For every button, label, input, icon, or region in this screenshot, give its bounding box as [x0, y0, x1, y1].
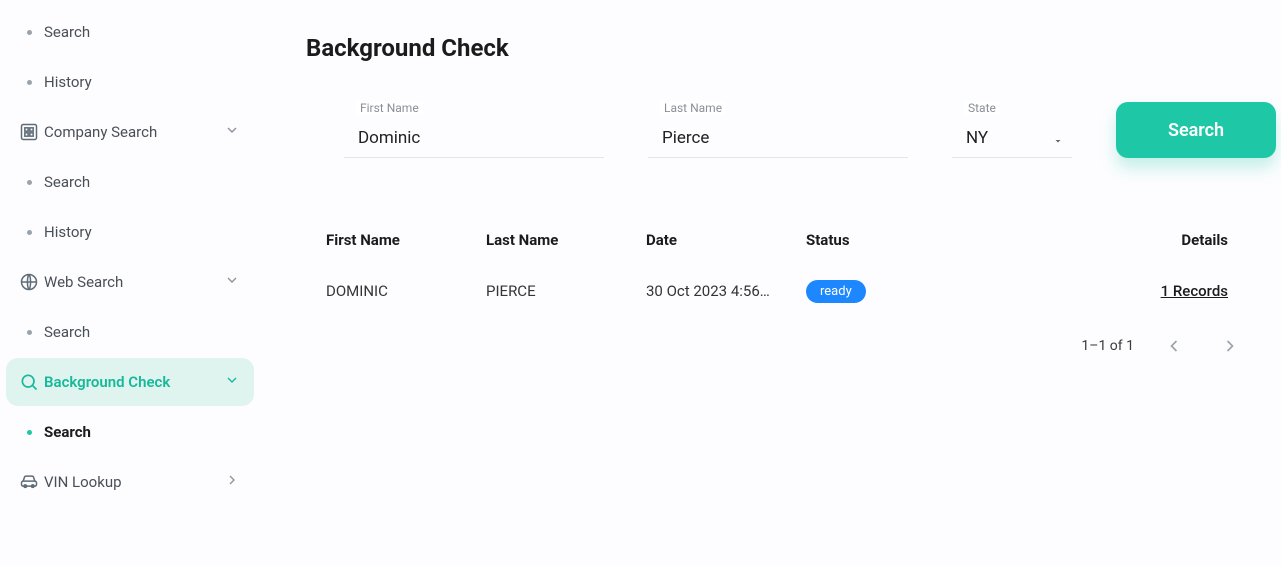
- sidebar-item-background-check[interactable]: Background Check: [6, 358, 254, 406]
- chevron-down-icon: [224, 272, 240, 292]
- main-content: Background Check First Name Last Name St…: [260, 0, 1281, 566]
- last-name-input[interactable]: [648, 110, 908, 158]
- car-icon: [14, 472, 44, 492]
- details-link[interactable]: 1 Records: [1161, 282, 1228, 300]
- sidebar-item-history-2[interactable]: History: [6, 208, 254, 256]
- pagination: 1–1 of 1: [306, 320, 1276, 362]
- sidebar-item-search-2[interactable]: Search: [6, 158, 254, 206]
- globe-icon: [14, 272, 44, 292]
- table-header-row: First Name Last Name Date Status Details: [306, 218, 1276, 262]
- dot-icon: [14, 230, 44, 235]
- chevron-down-icon: [224, 122, 240, 142]
- first-name-input[interactable]: [344, 110, 604, 158]
- sidebar-item-vin-lookup[interactable]: VIN Lookup: [6, 458, 254, 506]
- search-button[interactable]: Search: [1116, 102, 1276, 158]
- col-last-name: Last Name: [486, 231, 646, 249]
- cell-last-name: PIERCE: [486, 282, 646, 300]
- table-row: DOMINIC PIERCE 30 Oct 2023 4:56… ready 1…: [306, 262, 1276, 320]
- sidebar-item-history-1[interactable]: History: [6, 58, 254, 106]
- chevron-down-icon: [224, 372, 240, 392]
- sidebar-item-search-active[interactable]: Search: [6, 408, 254, 456]
- search-form: First Name Last Name State Search: [306, 102, 1276, 158]
- sidebar-item-label: Search: [44, 23, 240, 41]
- cell-date: 30 Oct 2023 4:56…: [646, 282, 806, 300]
- col-date: Date: [646, 231, 806, 249]
- dot-icon: [14, 430, 44, 435]
- sidebar-item-company-search[interactable]: Company Search: [6, 108, 254, 156]
- first-name-label: First Name: [356, 101, 423, 115]
- chevron-right-icon: [1220, 336, 1240, 356]
- status-badge: ready: [806, 280, 866, 303]
- sidebar: Search History Company Search Search His…: [0, 0, 260, 566]
- dot-icon: [14, 180, 44, 185]
- cell-status: ready: [806, 280, 966, 303]
- state-field-wrapper: State: [952, 110, 1072, 158]
- col-first-name: First Name: [326, 231, 486, 249]
- sidebar-item-web-search[interactable]: Web Search: [6, 258, 254, 306]
- col-details: Details: [966, 231, 1256, 249]
- sidebar-item-label: Search: [44, 423, 240, 441]
- sidebar-item-label: Search: [44, 323, 240, 341]
- first-name-field-wrapper: First Name: [344, 110, 604, 158]
- prev-page-button[interactable]: [1158, 330, 1190, 362]
- dot-icon: [14, 330, 44, 335]
- chevron-right-icon: [224, 472, 240, 492]
- dot-icon: [14, 30, 44, 35]
- sidebar-item-search-1[interactable]: Search: [6, 8, 254, 56]
- sidebar-item-search-3[interactable]: Search: [6, 308, 254, 356]
- cell-details: 1 Records: [966, 282, 1256, 300]
- pagination-range: 1–1 of 1: [1081, 338, 1134, 354]
- sidebar-item-label: History: [44, 223, 240, 241]
- page-title: Background Check: [306, 34, 1276, 62]
- sidebar-item-label: Search: [44, 173, 240, 191]
- next-page-button[interactable]: [1214, 330, 1246, 362]
- company-icon: [14, 122, 44, 142]
- last-name-label: Last Name: [660, 101, 726, 115]
- sidebar-item-label: Company Search: [44, 123, 224, 141]
- sidebar-item-label: History: [44, 73, 240, 91]
- chevron-left-icon: [1164, 336, 1184, 356]
- sidebar-item-label: Web Search: [44, 273, 224, 291]
- results-table: First Name Last Name Date Status Details…: [306, 218, 1276, 320]
- col-status: Status: [806, 231, 966, 249]
- last-name-field-wrapper: Last Name: [648, 110, 908, 158]
- state-select[interactable]: [952, 110, 1072, 158]
- dot-icon: [14, 80, 44, 85]
- state-label: State: [964, 101, 1000, 115]
- search-icon: [14, 372, 44, 392]
- sidebar-item-label: Background Check: [44, 373, 224, 391]
- sidebar-item-label: VIN Lookup: [44, 473, 224, 491]
- cell-first-name: DOMINIC: [326, 282, 486, 300]
